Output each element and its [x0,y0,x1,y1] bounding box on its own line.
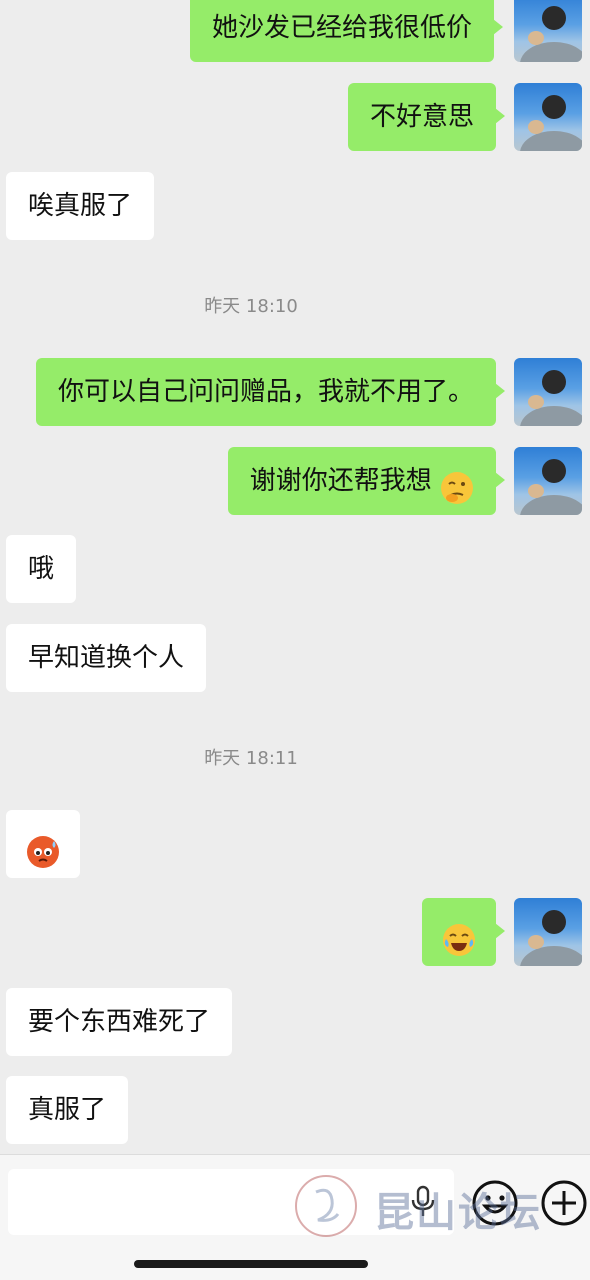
my-message-bubble[interactable] [422,898,505,966]
message-text: 要个东西难死了 [28,1007,211,1037]
my-message-bubble[interactable]: 不好意思 [347,83,506,151]
timestamp: 昨天 18:11 [204,748,298,769]
my-avatar[interactable] [514,83,582,151]
their-message-bubble[interactable] [6,810,80,878]
avatar-photo [520,95,582,151]
smiley-icon[interactable] [471,1179,519,1231]
timestamp: 昨天 18:10 [204,296,298,317]
avatar-photo [520,459,582,515]
their-message-bubble[interactable]: 早知道换个人 [6,624,207,692]
my-avatar[interactable] [514,447,582,515]
sweating-red-face-emoji [26,827,60,868]
home-indicator [134,1260,368,1268]
avatar-photo [520,910,582,966]
their-message-bubble[interactable]: 真服了 [6,1076,129,1144]
my-avatar[interactable] [514,0,582,62]
my-avatar[interactable] [514,898,582,966]
message-text: 真服了 [28,1095,107,1125]
message-text: 唉真服了 [28,191,133,221]
thinking-face-emoji [440,463,474,504]
my-message-bubble[interactable]: 你可以自己问问赠品，我就不用了。 [35,358,506,426]
my-message-bubble[interactable]: 她沙发已经给我很低价 [189,0,504,62]
message-text: 她沙发已经给我很低价 [211,13,472,43]
microphone-icon[interactable] [408,1185,438,1223]
message-text: 你可以自己问问赠品，我就不用了。 [57,377,474,407]
message-text: 早知道换个人 [28,643,185,673]
their-message-bubble[interactable]: 哦 [6,535,77,603]
message-composer [0,1154,590,1280]
my-avatar[interactable] [514,358,582,426]
their-message-bubble[interactable]: 要个东西难死了 [6,988,233,1056]
avatar-photo [520,6,582,62]
message-text: 不好意思 [369,102,474,132]
message-input[interactable] [8,1169,454,1235]
chat-history[interactable]: 她沙发已经给我很低价 不好意思 唉真服了 昨天 18:10 你可以自己问问赠品，… [0,0,590,1154]
plus-icon[interactable] [540,1179,588,1231]
their-message-bubble[interactable]: 唉真服了 [6,172,155,240]
message-text: 哦 [28,554,55,584]
message-text: 谢谢你还帮我想 [249,466,432,496]
avatar-photo [520,370,582,426]
tears-of-joy-emoji [442,915,476,956]
my-message-bubble[interactable]: 谢谢你还帮我想 [227,447,506,515]
